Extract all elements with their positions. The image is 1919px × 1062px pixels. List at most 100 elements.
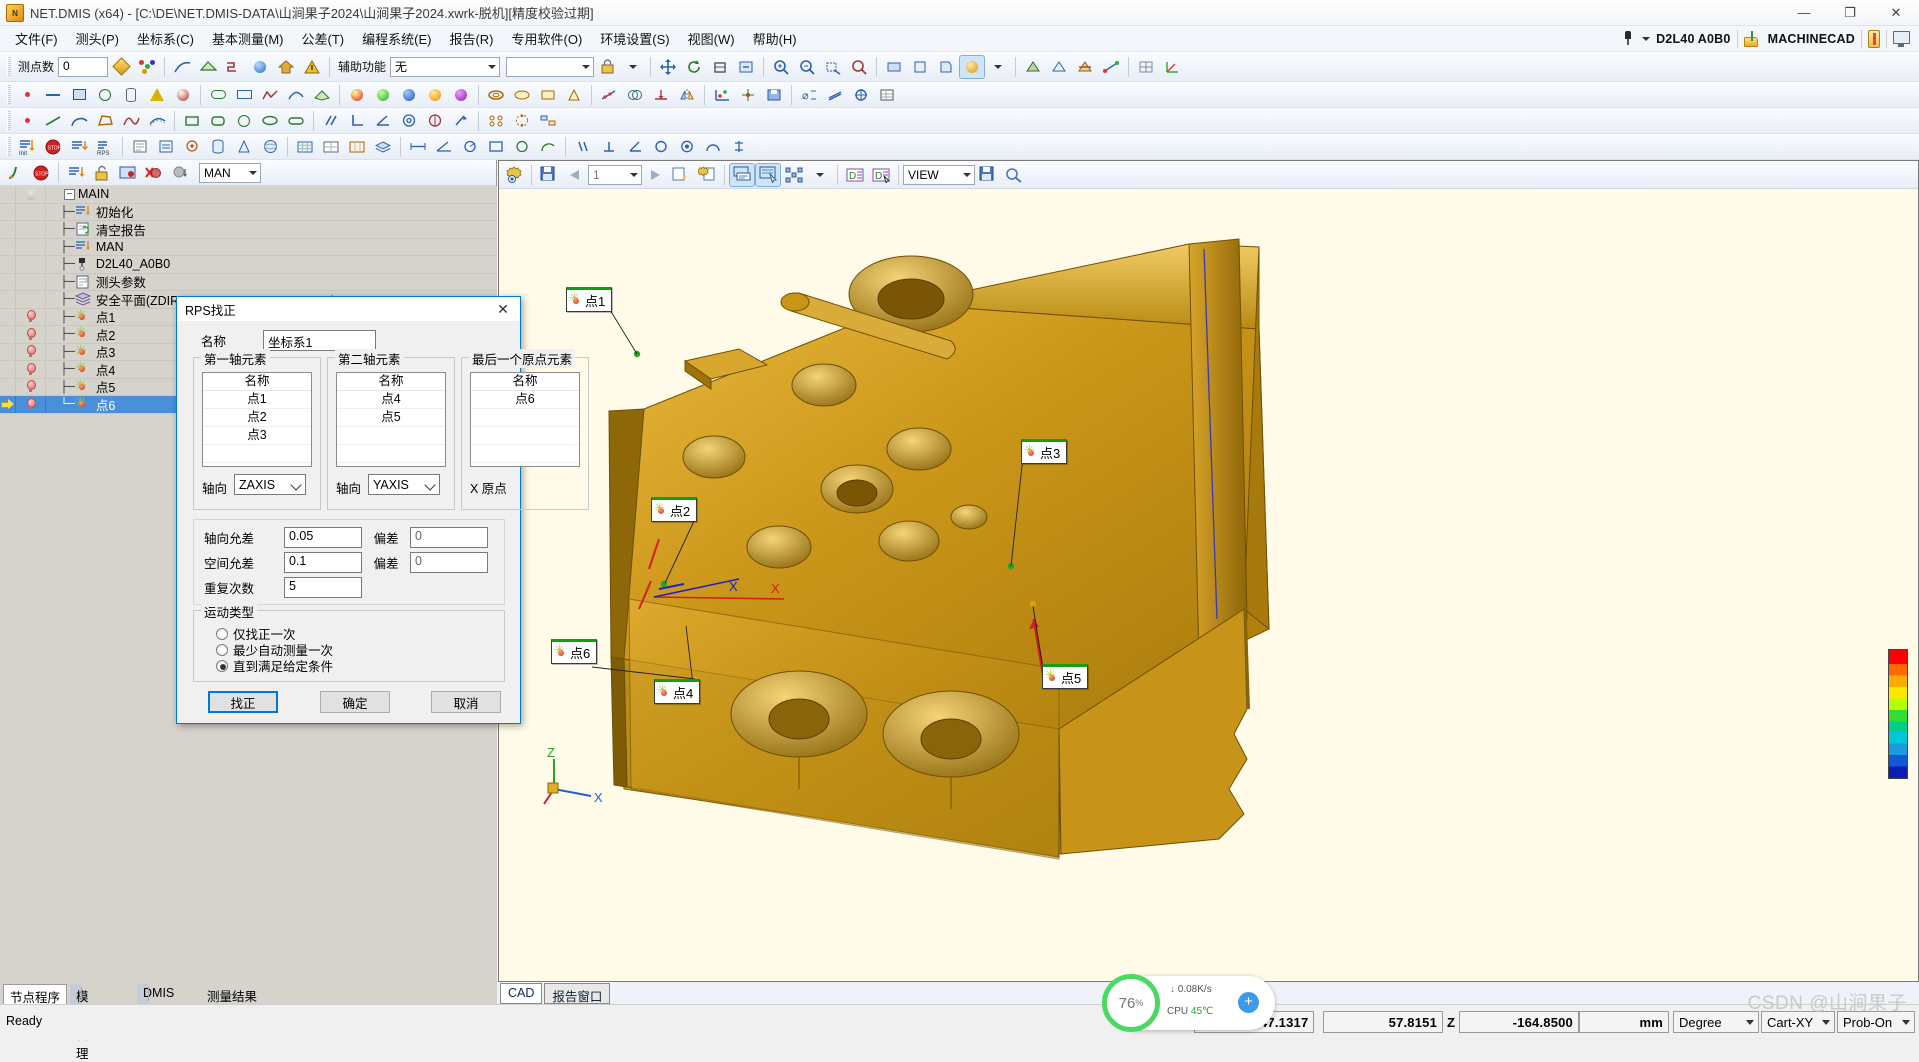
menu-program[interactable]: 编程系统(E) [353,26,440,51]
position-tol-icon[interactable] [849,84,873,106]
tab-model-management[interactable]: 模型管理 [70,984,89,1061]
arc-feature-icon[interactable] [67,110,91,132]
radio-icon[interactable] [216,659,228,672]
first-axis-direction-select[interactable]: ZAXIS [234,474,306,495]
project-icon[interactable] [649,84,673,106]
save-view-icon[interactable] [537,164,561,186]
run-program-icon[interactable] [3,162,27,184]
view-dropdown-icon[interactable] [986,56,1010,78]
list-item[interactable]: 点1 [203,391,311,409]
dimension-display-icon[interactable]: D [843,164,867,186]
sphere-element-icon[interactable] [171,84,195,106]
ok-button[interactable]: 确定 [320,691,390,713]
toolbar-grip[interactable] [7,110,11,131]
tree-node-clear-report[interactable]: ├─ 清空报告 [0,221,497,239]
circle-element-icon[interactable] [93,84,117,106]
minimize-button[interactable]: — [1781,0,1827,26]
dimension-line-icon[interactable] [406,136,430,158]
stop-program-icon[interactable]: STOP [29,162,53,184]
aux-function-select[interactable]: 无 [390,56,501,77]
best-fit-icon[interactable] [597,84,621,106]
gdt-circularity-icon[interactable] [649,136,673,158]
new-view-icon[interactable] [669,164,693,186]
menu-tolerance[interactable]: 公差(T) [293,26,354,51]
prev-view-icon[interactable] [563,164,587,186]
disconnect-monitor-icon[interactable] [1893,30,1911,47]
init-program-icon[interactable]: Init [15,136,39,158]
column-icon[interactable] [345,136,369,158]
parallel-icon[interactable] [319,110,343,132]
point-count-input[interactable]: 0 [58,56,109,77]
feature-group-icon[interactable] [536,110,560,132]
bulb-icon[interactable] [26,397,36,411]
lock-dropdown-icon[interactable] [621,56,645,78]
menu-csys[interactable]: 坐标系(C) [128,26,203,51]
node-dropdown-icon[interactable] [808,164,832,186]
menu-measure[interactable]: 基本测量(M) [203,26,293,51]
wireframe-icon[interactable] [1047,56,1071,78]
close-button[interactable]: ✕ [1873,0,1919,26]
slot-round-icon[interactable] [206,84,230,106]
gdt-symmetry-icon[interactable] [727,136,751,158]
circle-orange-icon[interactable] [423,84,447,106]
menu-file[interactable]: 文件(F) [6,26,67,51]
dimension-radius-icon[interactable] [458,136,482,158]
tab-dmis-program[interactable]: DMIS程序 [137,984,174,1037]
measure-dist-icon[interactable] [1099,56,1123,78]
point-feature-icon[interactable] [15,110,39,132]
delete-point-icon[interactable] [142,162,166,184]
section-icon[interactable] [1073,56,1097,78]
point-callout-2[interactable]: 点2 [651,497,698,522]
home-icon[interactable] [274,56,298,78]
tree-node-init[interactable]: ├─ 初始化 [0,203,497,221]
bulb-icon[interactable] [26,327,36,341]
rect-face-icon[interactable] [536,84,560,106]
view-properties-icon[interactable] [695,164,719,186]
runout-icon[interactable] [449,110,473,132]
show-labels-icon[interactable] [729,162,755,187]
view-select[interactable]: VIEW [903,164,975,185]
bulb-icon[interactable] [26,345,36,358]
list-item[interactable]: 点3 [203,427,311,445]
slot-square-icon[interactable] [232,84,256,106]
rps-program-icon[interactable]: RPS [93,136,117,158]
maximize-button[interactable]: ❐ [1827,0,1873,26]
view-iso-icon[interactable] [959,54,986,79]
zoom-window-icon[interactable] [821,56,845,78]
spline-feature-icon[interactable] [119,110,143,132]
next-view-icon[interactable] [643,164,667,186]
cylinder-element-icon[interactable] [119,84,143,106]
part-model-render[interactable]: X X Z X [499,189,1918,981]
dialog-close-icon[interactable]: ✕ [486,297,520,321]
surface-fit-icon[interactable] [310,84,334,106]
axes-icon[interactable] [1160,56,1184,78]
polygon-feature-icon[interactable] [93,110,117,132]
rps-align-icon[interactable] [710,84,734,106]
line-element-icon[interactable] [41,84,65,106]
gdt-parallel-icon[interactable] [571,136,595,158]
flatness-icon[interactable] [823,84,847,106]
measure-point-icon[interactable] [180,136,204,158]
system-monitor-widget[interactable]: 76% ↓ 0.08K/s CPU 45℃ + [1102,974,1275,1032]
slot-outline-icon[interactable] [284,110,308,132]
dimension-circle-icon[interactable] [510,136,534,158]
tab-measure-result[interactable]: 测量结果 [201,984,263,1004]
view-top-icon[interactable] [882,56,906,78]
toolbar-grip[interactable] [7,136,11,157]
radio-icon[interactable] [216,643,228,656]
circle-green-icon[interactable] [371,84,395,106]
bulb-icon[interactable] [26,310,36,323]
aux-secondary-select[interactable] [506,56,595,77]
ellipse-icon[interactable] [510,84,534,106]
tab-report-window[interactable]: 报告窗口 [544,983,611,1004]
tree-expander-icon[interactable]: − [64,188,75,200]
tree-node-probe[interactable]: ├─ D2L40_A0B0 [0,256,497,274]
tolerance-icon[interactable]: ⌀ [797,84,821,106]
surface-icon[interactable] [196,56,220,78]
align-button[interactable]: 找正 [208,691,278,713]
probe-tree-icon[interactable] [128,136,152,158]
magnifier-icon[interactable] [1002,164,1026,186]
menu-view[interactable]: 视图(W) [679,26,744,51]
list-item[interactable]: 点2 [203,409,311,427]
list-item[interactable]: 点4 [337,391,445,409]
